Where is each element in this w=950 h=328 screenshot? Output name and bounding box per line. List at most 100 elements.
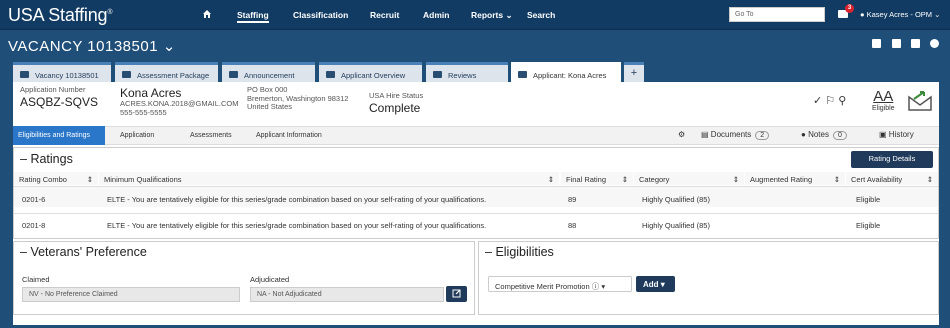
chevron-down-icon: ⌄ (162, 38, 176, 55)
chevron-down-icon: ▾ (601, 282, 606, 291)
edit-adjudication-button[interactable] (446, 286, 467, 302)
mail-count-badge: 3 (845, 4, 854, 13)
check-circle-icon[interactable]: ✓ (813, 95, 822, 107)
sort-icon: ⇕ (926, 175, 933, 184)
col-rating-combo[interactable]: Rating Combo ⇕ (14, 172, 98, 185)
step-applicant-information[interactable]: Applicant Information (256, 126, 346, 145)
col-augmented-rating[interactable]: Augmented Rating ⇕ (745, 172, 845, 185)
pin-icon[interactable]: ⚲ (838, 95, 846, 107)
sort-icon: ⇕ (86, 175, 93, 184)
cell-min-qual: ELTE - You are tentatively eligible for … (107, 221, 487, 230)
comment-icon[interactable] (911, 39, 920, 48)
sort-icon: ⇕ (732, 175, 739, 184)
notes-count: 0 (832, 131, 847, 140)
vacancy-title[interactable]: VACANCY 10138501 ⌄ (8, 37, 176, 55)
aa-eligible: AA Eligible (872, 88, 895, 112)
cell-category: Highly Qualified (85) (642, 195, 710, 204)
nav-classification[interactable]: Classification (293, 10, 348, 20)
hire-status: Complete (369, 100, 421, 115)
settings-icon[interactable]: ⚙ (678, 130, 685, 139)
folder-icon[interactable] (892, 39, 901, 48)
goto-input[interactable]: Go To (729, 7, 825, 22)
col-category[interactable]: Category ⇕ (634, 172, 744, 185)
col-cert-availability[interactable]: Cert Availability ⇕ (846, 172, 938, 185)
eligible-label: Eligible (872, 105, 895, 112)
home-icon[interactable] (202, 9, 212, 19)
chevron-down-icon: ⌄ (934, 10, 941, 19)
tab-assessment-package[interactable]: Assessment Package (115, 62, 218, 82)
chevron-down-icon: ⌄ (505, 10, 513, 20)
status-icons: ✓ ⚐ ⚲ (813, 94, 846, 107)
documents-count: 2 (755, 131, 770, 140)
notes-button[interactable]: ● Notes 0 (801, 130, 847, 140)
usa-hire-status: USA Hire Status Complete (369, 91, 423, 115)
add-eligibility-button[interactable]: Add ▾ (636, 276, 675, 292)
cell-rating-combo: 0201-6 (22, 195, 46, 204)
tab-reviews[interactable]: Reviews (426, 62, 508, 82)
nav-staffing[interactable]: Staffing (237, 10, 269, 23)
checklist-icon[interactable] (872, 39, 881, 48)
veterans-title[interactable]: – Veterans' Preference (20, 245, 147, 259)
flag-icon[interactable]: ⚐ (825, 95, 835, 107)
application-number-block: Application Number ASQBZ-SQVS (20, 85, 99, 109)
nav-admin[interactable]: Admin (423, 10, 449, 20)
users-icon (326, 71, 335, 78)
sort-icon: ⇕ (621, 175, 628, 184)
tab-applicant-kona[interactable]: Applicant: Kona Acres (511, 62, 621, 82)
ratings-title[interactable]: – Ratings (20, 152, 73, 166)
app-logo[interactable]: USA Staffing® (8, 5, 113, 26)
eligibilities-title[interactable]: – Eligibilities (485, 245, 554, 259)
adjudicated-field: NA - Not Adjudicated (250, 287, 444, 302)
comment-icon: ● (801, 130, 806, 139)
cell-cert-availability: Eligible (856, 221, 881, 230)
nav-reports[interactable]: Reports ⌄ (471, 10, 513, 21)
pencil-icon (229, 71, 238, 78)
tab-announcement[interactable]: Announcement (222, 62, 315, 82)
app-number: ASQBZ-SQVS (20, 94, 99, 109)
nav-recruit[interactable]: Recruit (370, 10, 399, 20)
help-icon: ⓘ (591, 282, 600, 291)
cell-final-rating: 88 (568, 221, 577, 230)
applicant-phone: 555-555-5555 (120, 107, 167, 117)
applicant-name: Kona Acres (120, 86, 182, 100)
applicant-address: PO Box 000 Bremerton, Washington 98312 U… (247, 85, 348, 112)
eligibility-select[interactable]: Competitive Merit Promotion ⓘ ▾ (488, 276, 632, 292)
thumbs-up-icon (433, 71, 442, 78)
applicant-contact: Kona Acres ACRES.KONA.2018@GMAIL.COM 555… (120, 86, 238, 117)
claimed-label: Claimed (22, 275, 50, 284)
document-icon: ▤ (701, 130, 709, 139)
cell-cert-availability: Eligible (856, 195, 881, 204)
col-final-rating[interactable]: Final Rating ⇕ (561, 172, 633, 185)
app-number-label: Application Number (20, 85, 86, 94)
tab-vacancy[interactable]: Vacancy 10138501 (13, 62, 111, 82)
history-button[interactable]: ▣ History (879, 130, 914, 139)
rating-details-button[interactable]: Rating Details (851, 151, 933, 168)
briefcase-icon (20, 71, 29, 78)
sort-icon: ⇕ (547, 175, 554, 184)
cell-min-qual: ELTE - You are tentatively eligible for … (107, 195, 487, 204)
step-eligibilities-ratings[interactable]: Eligibilities and Ratings (13, 126, 105, 145)
envelope-arrow-icon[interactable] (908, 89, 932, 111)
claimed-field: NV - No Preference Claimed (22, 287, 240, 302)
tab-applicant-overview[interactable]: Applicant Overview (319, 62, 422, 82)
user-icon: ● (860, 10, 865, 19)
cell-category: Highly Qualified (85) (642, 221, 710, 230)
documents-button[interactable]: ▤ Documents 2 (701, 130, 770, 140)
aa-label: AA (873, 88, 894, 105)
sort-icon: ⇕ (833, 175, 840, 184)
address-line3: United States (247, 102, 293, 111)
user-menu[interactable]: ● Kasey Acres - OPM ⌄ (860, 10, 940, 19)
adjudicated-label: Adjudicated (250, 275, 290, 284)
nav-search[interactable]: Search (527, 10, 555, 20)
cell-final-rating: 89 (568, 195, 577, 204)
add-tab-button[interactable]: + (624, 62, 644, 82)
cell-rating-combo: 0201-8 (22, 221, 46, 230)
help-icon[interactable] (930, 39, 939, 48)
document-icon (122, 71, 131, 78)
step-application[interactable]: Application (120, 126, 180, 145)
edit-icon (452, 289, 461, 298)
step-assessments[interactable]: Assessments (190, 126, 250, 145)
printer-icon: ▣ (879, 130, 887, 139)
col-minimum-qualifications[interactable]: Minimum Qualifications ⇕ (99, 172, 559, 185)
user-icon (518, 71, 527, 78)
